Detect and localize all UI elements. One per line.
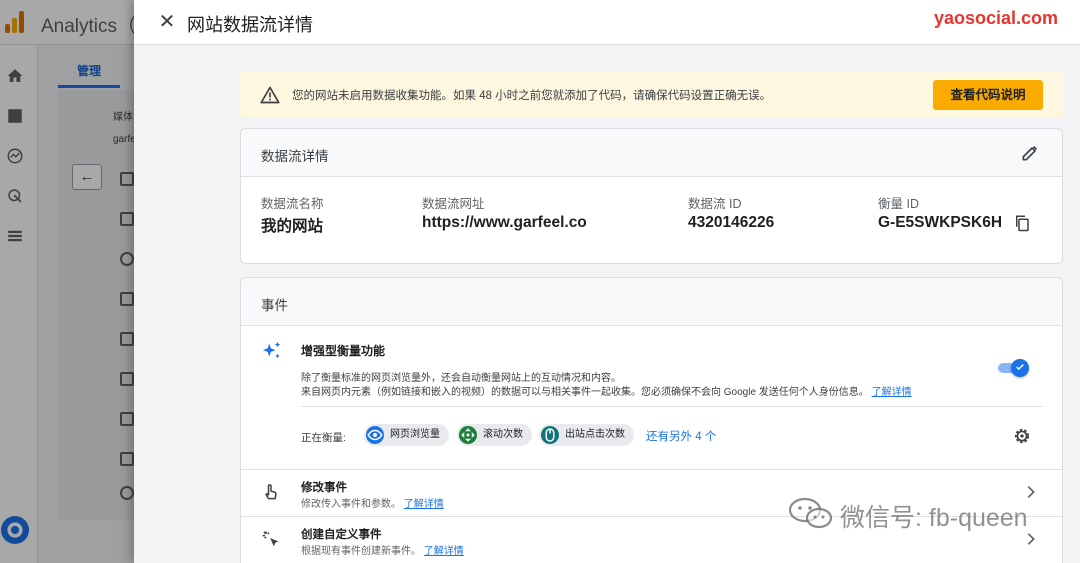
close-icon[interactable]: ✕ [154,9,180,35]
chip-label: 滚动次数 [483,429,523,440]
chip-label: 网页浏览量 [390,429,440,440]
mouse-icon [541,426,559,444]
drawer-title: 网站数据流详情 [187,15,313,35]
chevron-right-icon [1027,486,1035,498]
row-desc-text: 根据现有事件创建新事件。 [301,546,421,557]
stream-name-label: 数据流名称 [261,197,324,211]
stream-details-card: 数据流详情 数据流名称 我的网站 数据流网址 https://www.garfe… [240,128,1063,264]
stream-details-drawer: ✕ 网站数据流详情 yaosocial.com 您的网站未启用数据收集功能。如果… [134,0,1080,563]
gear-icon[interactable] [1012,426,1032,446]
copy-icon[interactable] [1013,214,1031,232]
check-icon [1016,363,1024,371]
measurement-id-label: 衡量 ID [878,197,919,211]
row-title: 修改事件 [301,482,347,494]
row-description: 修改传入事件和参数。 了解详情 [301,495,444,510]
card-header: 数据流详情 [241,129,1062,177]
row-title: 创建自定义事件 [301,529,382,541]
card-header: 事件 [241,278,1062,326]
divider [301,406,1043,407]
chip-page-views[interactable]: 网页浏览量 [364,424,449,446]
row-description: 根据现有事件创建新事件。 了解详情 [301,542,464,557]
stream-id-label: 数据流 ID [688,197,742,211]
events-card: 事件 增强型衡量功能 除了衡量标准的网页浏览量外，还会自动衡量网站上的互动情况和… [240,277,1063,563]
sparkle-icon [262,341,281,359]
magic-pointer-icon [262,531,279,547]
card-title: 事件 [261,298,288,313]
stream-url-label: 数据流网址 [422,197,485,211]
warning-banner: 您的网站未启用数据收集功能。如果 48 小时之前您就添加了代码，请确保代码设置正… [240,72,1063,118]
chevron-right-icon [1027,533,1035,545]
show-more-events-link[interactable]: 还有另外 4 个 [646,428,716,444]
learn-more-link[interactable]: 了解详情 [404,499,444,510]
row-desc-text: 修改传入事件和参数。 [301,499,401,510]
enhanced-measurement-note: 来自网页内元素（例如链接和嵌入的视频）的数据可以与相关事件一起收集。您必须确保不… [301,383,912,398]
scroll-icon [459,426,477,444]
warning-text: 您的网站未启用数据收集功能。如果 48 小时之前您就添加了代码，请确保代码设置正… [292,90,772,102]
touch-icon [265,484,277,500]
learn-more-link[interactable]: 了解详情 [424,546,464,557]
enhanced-measurement-title: 增强型衡量功能 [301,344,386,358]
chip-label: 出站点击次数 [565,429,625,440]
modify-events-row[interactable]: 修改事件 修改传入事件和参数。 了解详情 [241,470,1062,516]
stream-url-value: https://www.garfeel.co [422,214,587,231]
measurement-id-value: G-E5SWKPSK6H [878,214,1003,231]
chip-outbound-clicks[interactable]: 出站点击次数 [539,424,634,446]
measuring-label: 正在衡量: [301,432,346,444]
brand-watermark: yaosocial.com [933,8,1058,28]
drawer-header: ✕ 网站数据流详情 yaosocial.com [134,0,1080,45]
stream-name-value: 我的网站 [261,218,324,235]
enhanced-measurement-toggle[interactable] [996,358,1030,378]
warning-icon [260,86,280,104]
eye-icon [366,426,384,444]
create-custom-event-row[interactable]: 创建自定义事件 根据现有事件创建新事件。 了解详情 [241,517,1062,563]
edit-icon[interactable] [1020,143,1040,163]
enhanced-measurement-description: 除了衡量标准的网页浏览量外，还会自动衡量网站上的互动情况和内容。 [301,373,621,384]
view-code-instructions-button[interactable]: 查看代码说明 [933,80,1043,110]
note-text: 来自网页内元素（例如链接和嵌入的视频）的数据可以与相关事件一起收集。您必须确保不… [301,387,869,398]
card-title: 数据流详情 [261,149,329,164]
learn-more-link[interactable]: 了解详情 [872,387,912,398]
toggle-knob [1011,359,1029,377]
stream-id-value: 4320146226 [688,214,775,231]
chip-scrolls[interactable]: 滚动次数 [457,424,532,446]
